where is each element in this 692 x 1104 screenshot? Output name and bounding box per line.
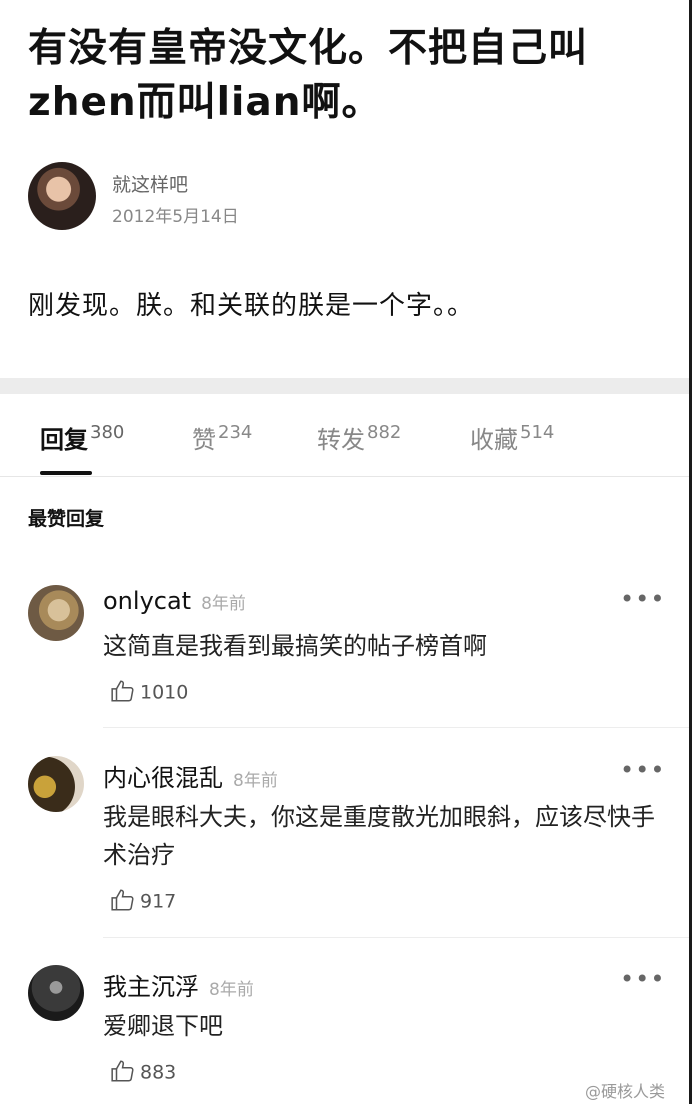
tab-favorites-count: 514 xyxy=(520,422,555,443)
watermark: @硬核人类 xyxy=(585,1082,666,1101)
like-button[interactable]: 883 xyxy=(110,1060,176,1086)
user-avatar[interactable] xyxy=(28,965,84,1021)
active-tab-indicator xyxy=(40,471,92,475)
comment-time: 8年前 xyxy=(233,771,278,791)
comment-divider xyxy=(103,727,689,728)
thumbs-up-icon xyxy=(111,889,134,911)
tab-likes-label: 赞 xyxy=(192,426,216,454)
comment-username[interactable]: 内心很混乱 xyxy=(103,764,223,792)
like-button[interactable]: 917 xyxy=(110,889,176,915)
comment-item: 内心很混乱 8年前 ••• 我是眼科大夫，你这是重度散光加眼斜，应该尽快手术治疗 … xyxy=(0,756,689,936)
post-title: 有没有皇帝没文化。不把自己叫zhen而叫lian啊。 xyxy=(28,26,589,125)
like-count: 917 xyxy=(140,890,177,913)
author-name[interactable]: 就这样吧 xyxy=(112,170,188,197)
comment-username[interactable]: onlycat xyxy=(103,587,191,615)
more-icon[interactable]: ••• xyxy=(620,965,665,993)
tab-likes-count: 234 xyxy=(218,422,253,443)
comment-time: 8年前 xyxy=(201,594,246,614)
comment-text: 我是眼科大夫，你这是重度散光加眼斜，应该尽快手术治疗 xyxy=(103,803,655,869)
thumbs-up-icon xyxy=(111,1060,134,1082)
user-avatar[interactable] xyxy=(28,756,84,812)
comment-user-row: onlycat 8年前 xyxy=(103,587,246,615)
thumbs-up-icon xyxy=(111,680,134,702)
tab-reposts-label: 转发 xyxy=(317,426,365,454)
tab-favorites-label: 收藏 xyxy=(470,426,518,454)
cat-avatar[interactable] xyxy=(28,585,84,641)
tab-likes[interactable]: 赞 234 xyxy=(192,420,252,455)
comment-user-row: 内心很混乱 8年前 xyxy=(103,758,278,793)
comment-divider xyxy=(103,937,689,938)
comment-item: 我主沉浮 8年前 ••• 爱卿退下吧 883 xyxy=(0,965,689,1095)
more-icon[interactable]: ••• xyxy=(620,756,665,784)
tab-replies-count: 380 xyxy=(90,422,125,443)
section-divider xyxy=(0,378,689,394)
comment-item: onlycat 8年前 ••• 这简直是我看到最搞笑的帖子榜首啊 1010 xyxy=(0,585,689,725)
post-date: 2012年5月14日 xyxy=(112,207,239,227)
like-count: 883 xyxy=(140,1061,177,1084)
section-heading: 最赞回复 xyxy=(28,508,105,530)
comment-text: 爱卿退下吧 xyxy=(103,1012,223,1040)
comment-text: 这简直是我看到最搞笑的帖子榜首啊 xyxy=(103,632,487,660)
comment-user-row: 我主沉浮 8年前 xyxy=(103,967,254,1002)
comment-username[interactable]: 我主沉浮 xyxy=(103,973,199,1001)
tab-reposts[interactable]: 转发 882 xyxy=(317,420,401,455)
tab-reposts-count: 882 xyxy=(367,422,402,443)
more-icon[interactable]: ••• xyxy=(620,585,665,613)
tab-replies-label: 回复 xyxy=(40,426,88,454)
tab-bar: 回复 380 赞 234 转发 882 收藏 514 xyxy=(0,412,689,477)
like-count: 1010 xyxy=(140,681,189,704)
post-body: 刚发现。朕。和关联的朕是一个字。。 xyxy=(28,291,475,321)
tab-replies[interactable]: 回复 380 xyxy=(40,420,124,455)
comment-time: 8年前 xyxy=(209,980,254,1000)
author-avatar[interactable] xyxy=(28,162,96,230)
like-button[interactable]: 1010 xyxy=(110,680,188,706)
tab-favorites[interactable]: 收藏 514 xyxy=(470,420,554,455)
